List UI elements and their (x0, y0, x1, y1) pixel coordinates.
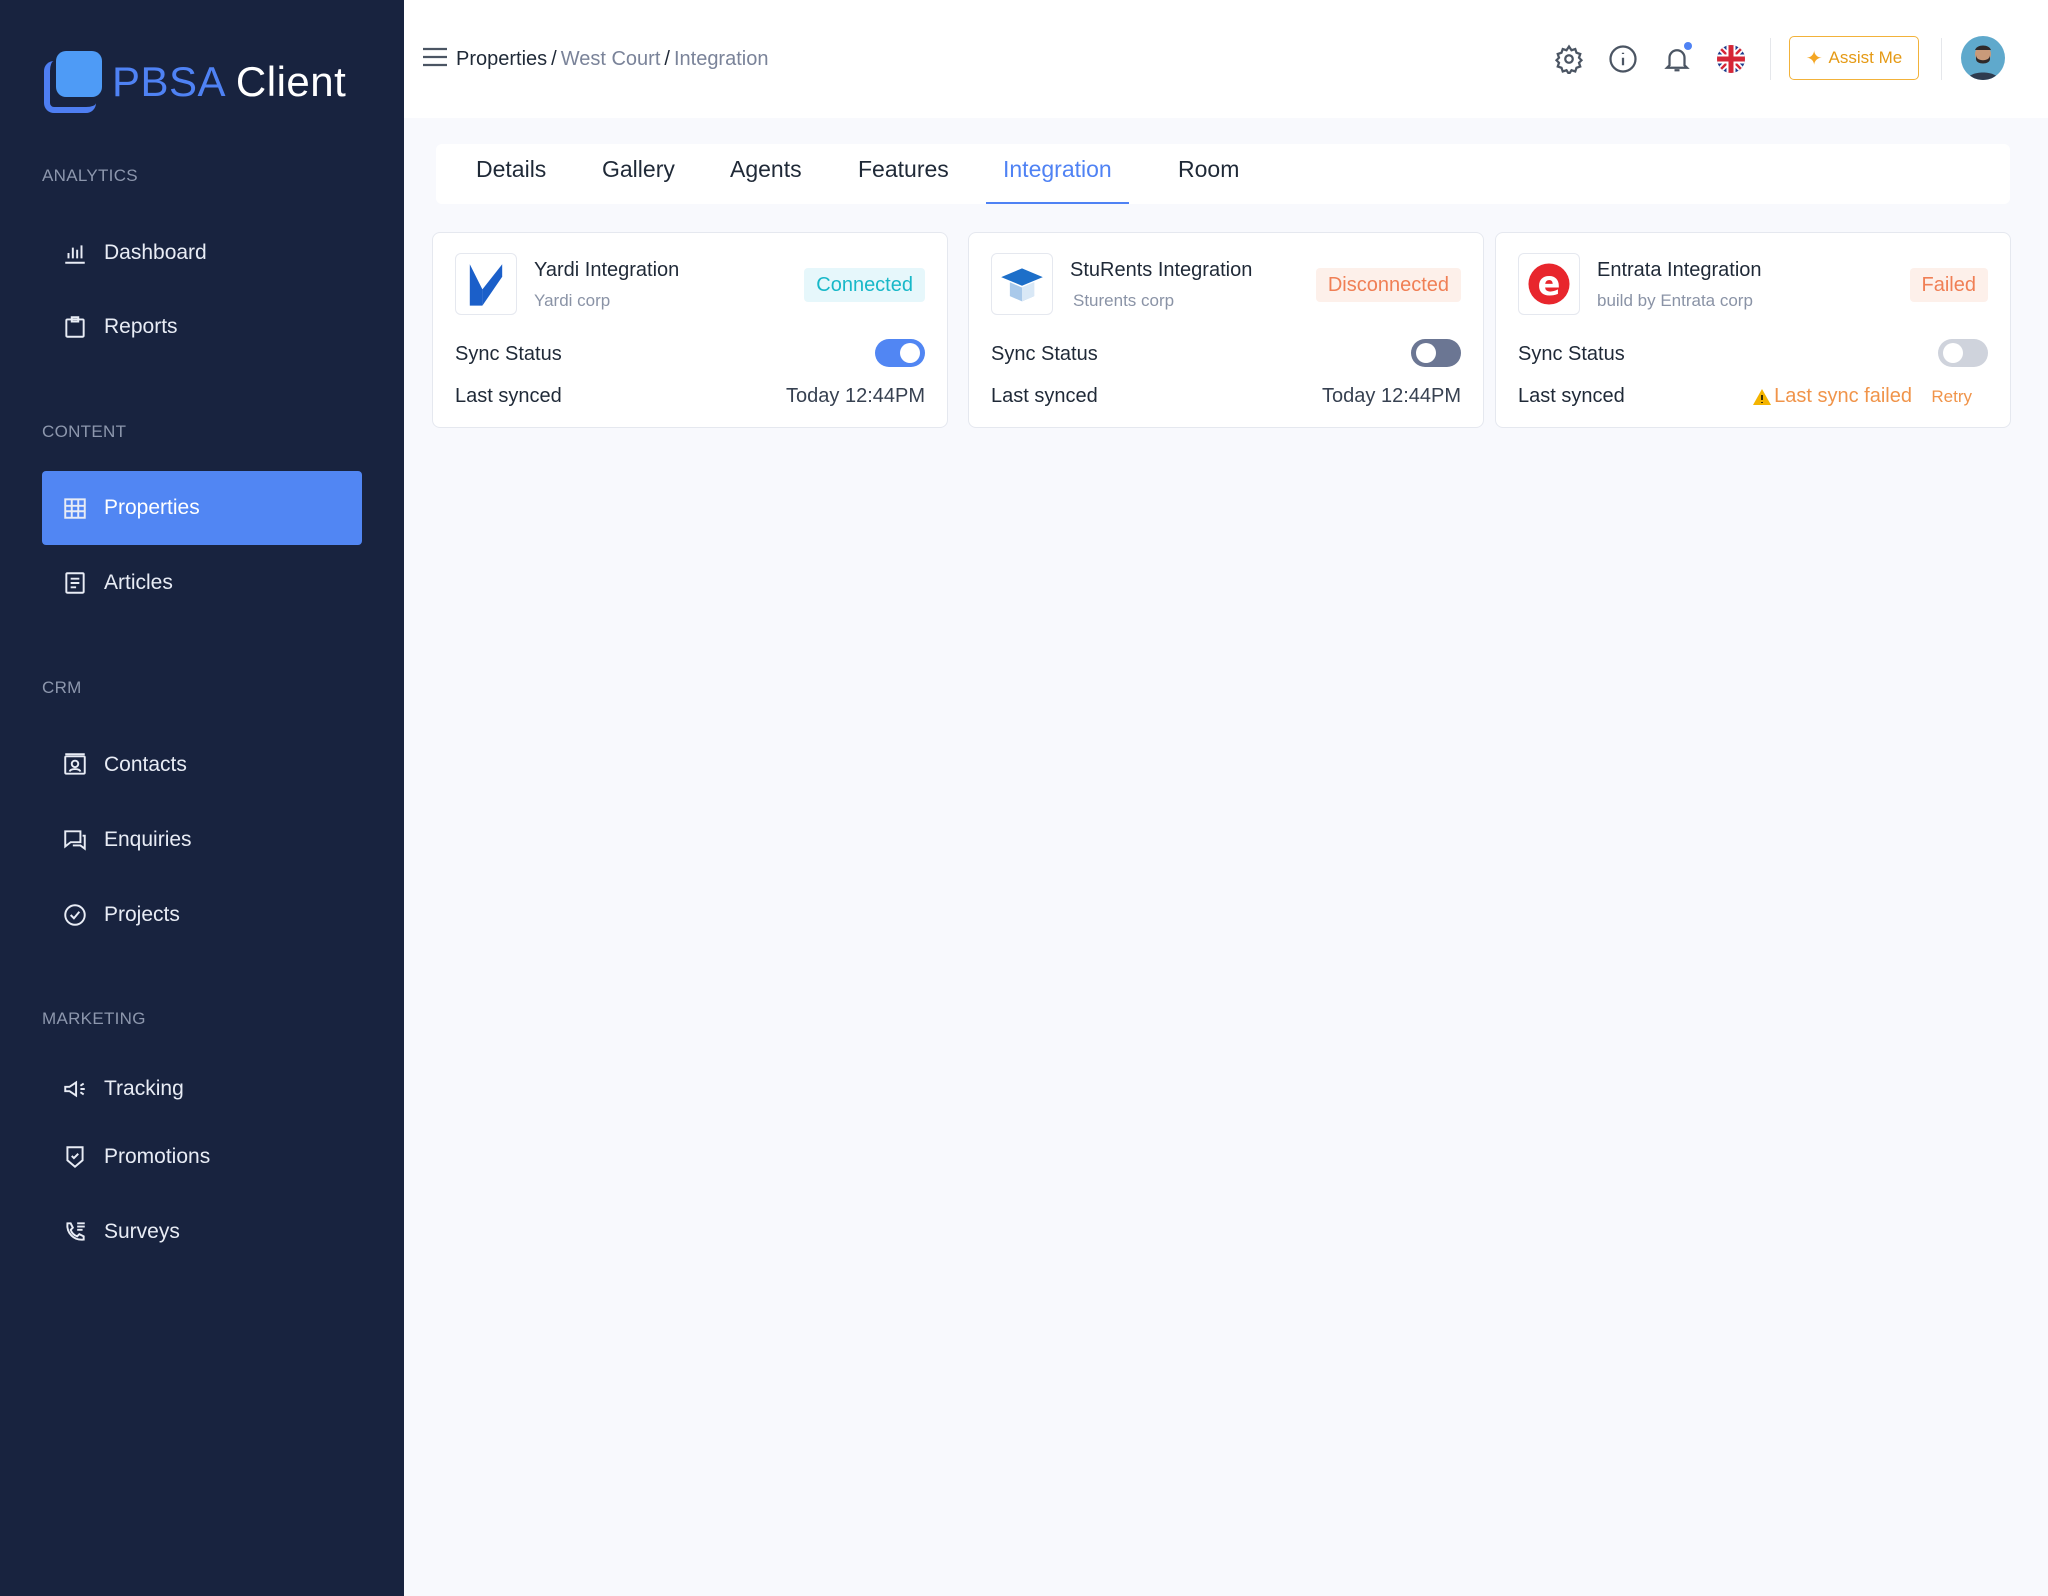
sync-toggle[interactable] (1411, 339, 1461, 367)
breadcrumb: Properties / West Court / Integration (456, 48, 768, 71)
tab-integration[interactable]: Integration (986, 156, 1129, 204)
sidebar-item-label: Projects (104, 903, 180, 926)
breadcrumb-west-court[interactable]: West Court (561, 48, 661, 70)
sidebar-item-promotions[interactable]: Promotions (42, 1120, 362, 1194)
tab-room[interactable]: Room (1178, 156, 1239, 204)
breadcrumb-separator: / (664, 48, 670, 70)
header-divider (1941, 38, 1942, 80)
megaphone-icon (64, 1080, 85, 1098)
sidebar: PBSA Client ANALYTICS Dashboard Reports … (0, 0, 404, 1596)
sync-toggle[interactable] (875, 339, 925, 367)
card-title: StuRents Integration (1070, 259, 1253, 281)
brand-name: PBSA Client (112, 58, 347, 105)
status-badge: Connected (804, 268, 925, 302)
bar-chart-icon (65, 245, 85, 264)
sidebar-item-dashboard[interactable]: Dashboard (42, 216, 362, 290)
chat-icon (64, 830, 86, 851)
card-subtitle: build by Entrata corp (1597, 291, 1753, 310)
settings-icon[interactable] (1554, 44, 1584, 77)
sidebar-item-enquiries[interactable]: Enquiries (42, 803, 362, 877)
tab-gallery[interactable]: Gallery (602, 156, 675, 204)
sync-status-label: Sync Status (991, 343, 1098, 365)
sturents-logo-icon (991, 253, 1053, 315)
logo-icon (42, 51, 104, 113)
shield-check-icon (66, 1146, 84, 1169)
sync-status-label: Sync Status (455, 343, 562, 365)
sidebar-item-label: Properties (104, 496, 200, 519)
warning-icon (1753, 388, 1772, 405)
section-label-crm: CRM (42, 678, 82, 697)
section-label-content: CONTENT (42, 422, 127, 441)
sidebar-item-label: Articles (104, 571, 173, 594)
section-label-analytics: ANALYTICS (42, 166, 138, 185)
sync-failed-message: Last sync failed (1752, 385, 1912, 408)
sidebar-item-articles[interactable]: Articles (42, 546, 362, 620)
status-badge: Disconnected (1315, 268, 1461, 302)
yardi-logo-icon (455, 253, 517, 315)
breadcrumb-integration: Integration (673, 48, 769, 70)
sidebar-item-label: Reports (104, 315, 178, 338)
tab-bar: Details Gallery Agents Features Integrat… (436, 144, 2010, 204)
sidebar-item-label: Surveys (104, 1220, 180, 1243)
header-divider (1770, 38, 1771, 80)
sidebar-item-properties[interactable]: Properties (42, 471, 362, 545)
tab-agents[interactable]: Agents (730, 156, 802, 204)
integration-card-sturents: StuRents Integration Sturents corp Disco… (968, 232, 1484, 428)
phone-list-icon (66, 1222, 85, 1241)
card-subtitle: Sturents corp (1073, 291, 1175, 310)
last-synced-value: Today 12:44PM (786, 385, 925, 407)
sidebar-item-label: Dashboard (104, 241, 207, 264)
retry-button[interactable]: Retry (1931, 387, 1972, 407)
bell-icon[interactable] (1662, 42, 1692, 74)
status-badge: Failed (1909, 268, 1988, 302)
clipboard-icon (65, 316, 85, 338)
breadcrumb-separator: / (551, 48, 557, 70)
card-title: Yardi Integration (534, 259, 680, 281)
card-title: Entrata Integration (1597, 259, 1762, 281)
sidebar-item-surveys[interactable]: Surveys (42, 1195, 362, 1269)
breadcrumb-properties[interactable]: Properties (456, 48, 547, 70)
brand-logo[interactable]: PBSA Client (42, 50, 346, 114)
entrata-logo-icon: e (1518, 253, 1580, 315)
sidebar-item-tracking[interactable]: Tracking (42, 1052, 362, 1126)
check-circle-icon (64, 904, 86, 926)
last-synced-label: Last synced (991, 385, 1098, 407)
sync-toggle[interactable] (1938, 339, 1988, 367)
last-synced-label: Last synced (455, 385, 562, 407)
info-icon[interactable] (1608, 44, 1638, 74)
notification-dot (1684, 42, 1692, 50)
sidebar-item-reports[interactable]: Reports (42, 290, 362, 364)
integration-card-entrata: e Entrata Integration build by Entrata c… (1495, 232, 2011, 428)
sidebar-item-label: Promotions (104, 1145, 211, 1168)
svg-text:e: e (1538, 264, 1561, 303)
uk-flag-icon[interactable] (1716, 44, 1746, 74)
card-subtitle: Yardi corp (534, 291, 611, 310)
last-synced-value: Today 12:44PM (1322, 385, 1461, 407)
contact-card-icon (64, 753, 86, 775)
sync-status-label: Sync Status (1518, 343, 1625, 365)
tab-details[interactable]: Details (476, 156, 546, 204)
section-label-marketing: MARKETING (42, 1009, 146, 1028)
avatar[interactable] (1961, 36, 2005, 80)
assist-me-button[interactable]: ✦ Assist Me (1789, 36, 1919, 80)
menu-icon[interactable] (422, 46, 448, 68)
sidebar-item-projects[interactable]: Projects (42, 878, 362, 952)
document-icon (65, 572, 85, 594)
integration-card-yardi: Yardi Integration Yardi corp Connected S… (432, 232, 948, 428)
sidebar-item-label: Contacts (104, 753, 187, 776)
top-header: Properties / West Court / Integration ✦ Assi… (404, 0, 2048, 118)
last-synced-label: Last synced (1518, 385, 1625, 407)
sparkle-icon: ✦ (1805, 47, 1823, 70)
tab-features[interactable]: Features (858, 156, 949, 204)
sidebar-item-label: Enquiries (104, 828, 192, 851)
sidebar-item-contacts[interactable]: Contacts (42, 728, 362, 802)
building-icon (64, 498, 86, 519)
sidebar-item-label: Tracking (104, 1077, 184, 1100)
